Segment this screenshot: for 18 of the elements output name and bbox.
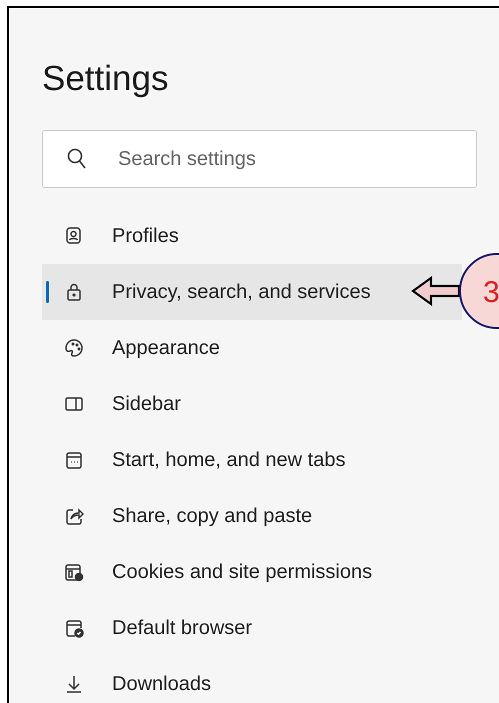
- nav-item[interactable]: Appearance: [42, 320, 462, 376]
- nav-item[interactable]: Share, copy and paste: [42, 488, 462, 544]
- nav-item[interactable]: Profiles: [42, 208, 462, 264]
- profile-icon: [64, 226, 84, 246]
- nav-item[interactable]: Start, home, and new tabs: [42, 432, 462, 488]
- arrow-icon: [411, 276, 460, 306]
- callout-number: 3: [483, 276, 499, 309]
- nav-item[interactable]: Privacy, search, and services: [42, 264, 462, 320]
- page-title: Settings: [42, 58, 170, 100]
- nav-item[interactable]: Downloads: [42, 656, 462, 703]
- nav-item[interactable]: Cookies and site permissions: [42, 544, 462, 600]
- nav-item[interactable]: Sidebar: [42, 376, 462, 432]
- browser-icon: [64, 618, 84, 638]
- share-icon: [64, 506, 84, 526]
- search-field[interactable]: Search settings: [42, 130, 477, 188]
- palette-icon: [64, 338, 84, 358]
- download-icon: [64, 674, 84, 694]
- nav-item[interactable]: Default browser: [42, 600, 462, 656]
